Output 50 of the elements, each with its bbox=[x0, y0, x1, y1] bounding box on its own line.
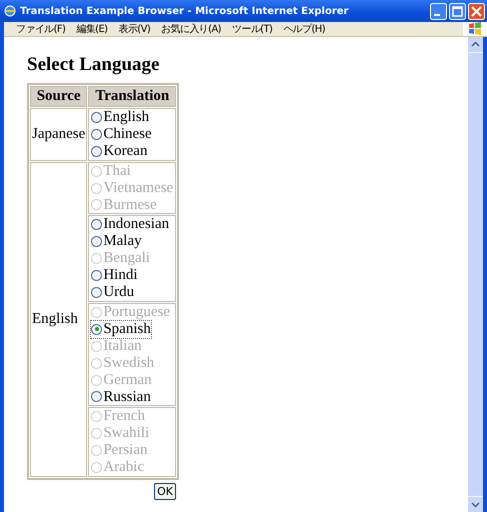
menu-item[interactable]: 表示(V) bbox=[118, 22, 150, 36]
language-option[interactable]: Russian bbox=[91, 388, 151, 406]
close-icon[interactable] bbox=[468, 2, 485, 20]
language-option[interactable]: Spanish bbox=[91, 320, 151, 338]
minimize-icon[interactable] bbox=[430, 2, 447, 20]
menu-item[interactable]: ファイル(F) bbox=[16, 22, 66, 36]
menu-item[interactable]: ツール(T) bbox=[232, 22, 272, 36]
scroll-down-icon[interactable] bbox=[468, 497, 483, 512]
radio-button[interactable] bbox=[91, 128, 102, 140]
browser-icon bbox=[4, 5, 16, 17]
language-option[interactable]: Urdu bbox=[91, 284, 134, 301]
scroll-up-icon[interactable] bbox=[468, 37, 483, 52]
language-option[interactable]: Hindi bbox=[91, 267, 138, 284]
radio-button[interactable] bbox=[91, 270, 102, 282]
language-option: French bbox=[91, 408, 145, 426]
language-option[interactable]: Korean bbox=[91, 142, 148, 160]
radio-button[interactable] bbox=[91, 324, 102, 335]
language-option: Bengali bbox=[91, 250, 150, 268]
source-language: English bbox=[32, 310, 78, 327]
menu-item[interactable]: ヘルプ(H) bbox=[283, 22, 326, 36]
language-option: Swedish bbox=[91, 354, 154, 372]
language-option: Burmese bbox=[91, 196, 157, 214]
source-language: Japanese bbox=[32, 126, 86, 142]
language-option: Swahili bbox=[91, 425, 150, 442]
menu-item[interactable]: お気に入り(A) bbox=[161, 22, 221, 36]
language-option: German bbox=[91, 372, 152, 388]
radio-button[interactable] bbox=[91, 112, 102, 123]
language-option: Vietnamese bbox=[91, 180, 174, 197]
radio-button[interactable] bbox=[91, 146, 102, 157]
window-title: Translation Example Browser - Microsoft Internet Explorer bbox=[20, 6, 350, 16]
windows-flag-icon bbox=[468, 22, 482, 36]
language-option: Persian bbox=[91, 442, 148, 460]
language-option[interactable]: Chinese bbox=[91, 126, 152, 143]
radio-button[interactable] bbox=[91, 391, 102, 402]
maximize-icon[interactable] bbox=[449, 2, 466, 20]
language-option: Thai bbox=[91, 162, 131, 180]
radio-button[interactable] bbox=[91, 287, 102, 298]
language-option: Arabic bbox=[91, 459, 144, 476]
radio-button[interactable] bbox=[91, 219, 102, 230]
column-header: Translation bbox=[88, 86, 176, 107]
language-option[interactable]: Malay bbox=[91, 233, 142, 250]
radio-button[interactable] bbox=[91, 236, 102, 248]
column-header: Source bbox=[30, 86, 88, 107]
language-option[interactable]: English bbox=[91, 109, 150, 126]
ok-button[interactable]: OK bbox=[154, 483, 176, 500]
language-option: Italian bbox=[91, 338, 142, 355]
language-option: Portuguese bbox=[91, 304, 170, 321]
page-heading: Select Language bbox=[27, 54, 160, 76]
menu-item[interactable]: 編集(E) bbox=[76, 22, 108, 36]
language-option[interactable]: Indonesian bbox=[91, 216, 170, 234]
